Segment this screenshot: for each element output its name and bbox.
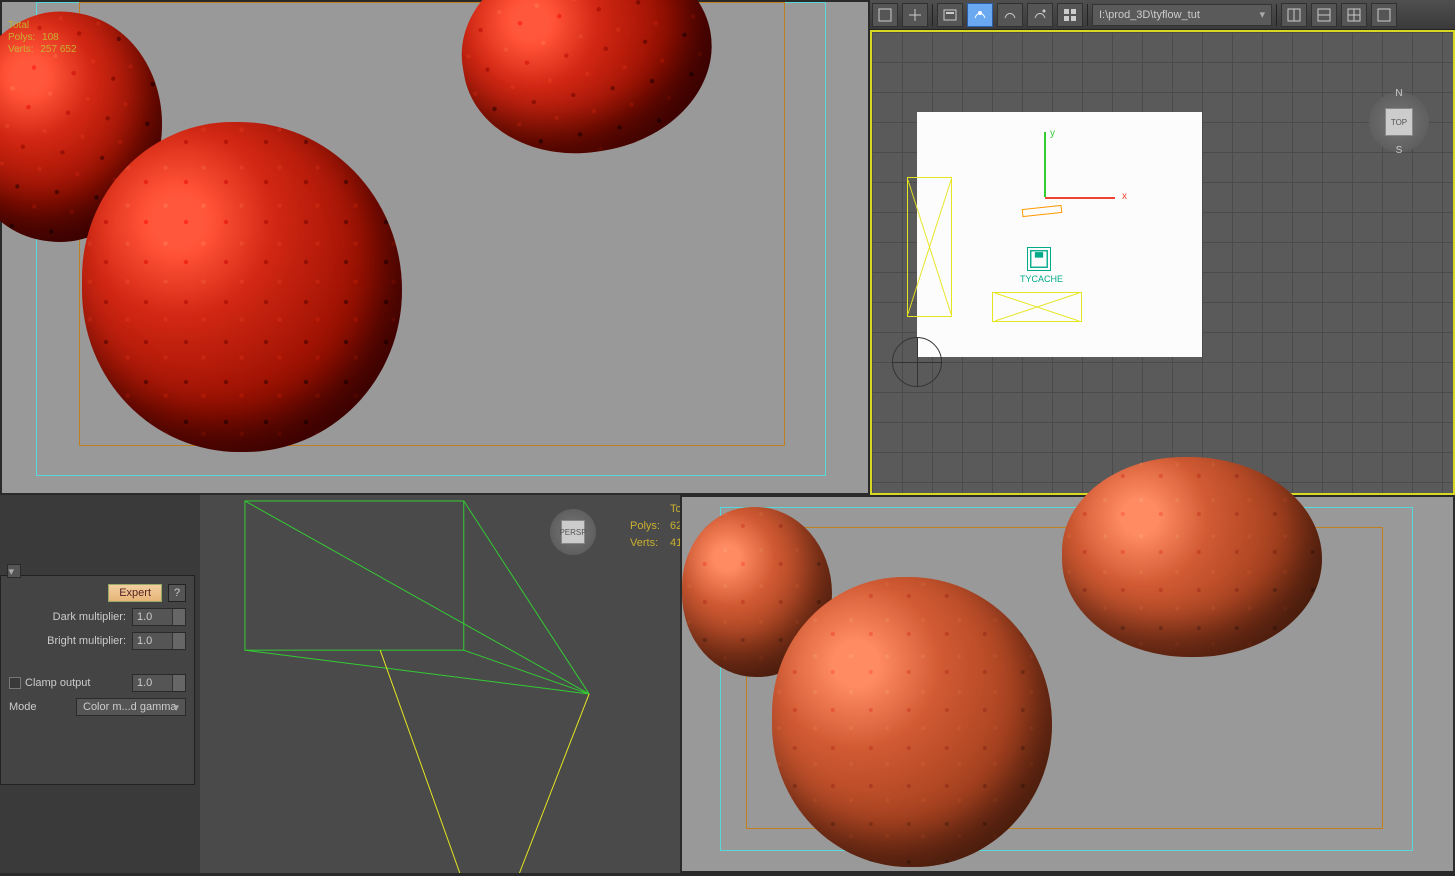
panel-layout-button[interactable] — [1311, 3, 1337, 27]
raspberry-mesh — [82, 122, 402, 452]
toolbar-separator — [1087, 4, 1088, 26]
render-production-button[interactable] — [967, 3, 993, 27]
polystats-verts-label: Verts: — [630, 536, 668, 551]
render-dialog-button[interactable] — [937, 3, 963, 27]
stats-polys-value: 108 — [42, 32, 59, 43]
viewcube-face[interactable]: TOP — [1385, 108, 1413, 136]
help-button[interactable]: ? — [168, 584, 186, 602]
render-setup-button[interactable] — [872, 3, 898, 27]
polystats-polys-label: Polys: — [630, 519, 668, 534]
mode-dropdown[interactable]: Color m...d gamma — [76, 698, 186, 716]
color-mapping-panel: Expert ? Dark multiplier: 1.0 Bright mul… — [0, 575, 195, 785]
render-active-shade-button[interactable] — [1027, 3, 1053, 27]
main-toolbar: I:\prod_3D\tyflow_tut — [870, 0, 1455, 30]
stats-verts-value: 257 652 — [40, 44, 76, 55]
camera-helper[interactable] — [907, 177, 952, 317]
axis-y — [1044, 132, 1046, 197]
expert-button[interactable]: Expert — [108, 584, 162, 602]
wireframe-area: Expert ? Dark multiplier: 1.0 Bright mul… — [0, 495, 680, 873]
raspberry-mesh — [772, 577, 1052, 867]
toolbar-separator — [1276, 4, 1277, 26]
workspace-dropdown[interactable]: I:\prod_3D\tyflow_tut — [1092, 4, 1272, 26]
axis-gizmo[interactable] — [980, 132, 1110, 262]
perspective-viewport[interactable]: PERSP — [200, 495, 680, 873]
panel-layout-button[interactable] — [1341, 3, 1367, 27]
viewport-stats: Total Polys: 108 Verts: 257 652 — [8, 20, 77, 56]
main-toolbar-area: I:\prod_3D\tyflow_tut N TOP S — [870, 0, 1455, 495]
dark-multiplier-spinner[interactable]: 1.0 — [132, 608, 186, 626]
stats-polys-label: Polys: — [8, 32, 35, 43]
stats-header: Total — [8, 20, 29, 31]
panel-layout-button[interactable] — [1371, 3, 1397, 27]
tycache-icon[interactable] — [1027, 247, 1051, 271]
toolbar-separator — [932, 4, 933, 26]
preview-viewport[interactable] — [680, 495, 1455, 873]
top-viewport[interactable]: N TOP S — [870, 30, 1455, 495]
camera-helper[interactable] — [992, 292, 1082, 322]
render-presets-button[interactable] — [1057, 3, 1083, 27]
panel-layout-button[interactable] — [1281, 3, 1307, 27]
bright-multiplier-label: Bright multiplier: — [9, 635, 126, 647]
clamp-output-spinner[interactable]: 1.0 — [132, 674, 186, 692]
render-viewport[interactable]: Total Polys: 108 Verts: 257 652 — [0, 0, 870, 495]
dark-multiplier-label: Dark multiplier: — [9, 611, 126, 623]
axis-x — [1045, 197, 1115, 199]
mode-label: Mode — [9, 701, 70, 713]
render-iterative-button[interactable] — [997, 3, 1023, 27]
viewcube[interactable]: N TOP S — [1369, 92, 1429, 152]
bright-multiplier-spinner[interactable]: 1.0 — [132, 632, 186, 650]
render-frame-button[interactable] — [902, 3, 928, 27]
compass-helper[interactable] — [892, 337, 942, 387]
workspace-value: I:\prod_3D\tyflow_tut — [1099, 9, 1200, 21]
raspberry-mesh — [1062, 457, 1322, 657]
rollout-arrow[interactable] — [7, 564, 21, 578]
cross-icon — [993, 293, 1081, 321]
cross-icon — [908, 178, 951, 316]
viewcube-north: N — [1395, 88, 1402, 99]
stats-verts-label: Verts: — [8, 44, 34, 55]
save-icon — [1028, 248, 1050, 270]
clamp-output-label: Clamp output — [25, 677, 90, 689]
viewcube-south: S — [1396, 145, 1403, 156]
camera-frustum — [220, 495, 620, 873]
clamp-output-checkbox[interactable] — [9, 677, 21, 689]
